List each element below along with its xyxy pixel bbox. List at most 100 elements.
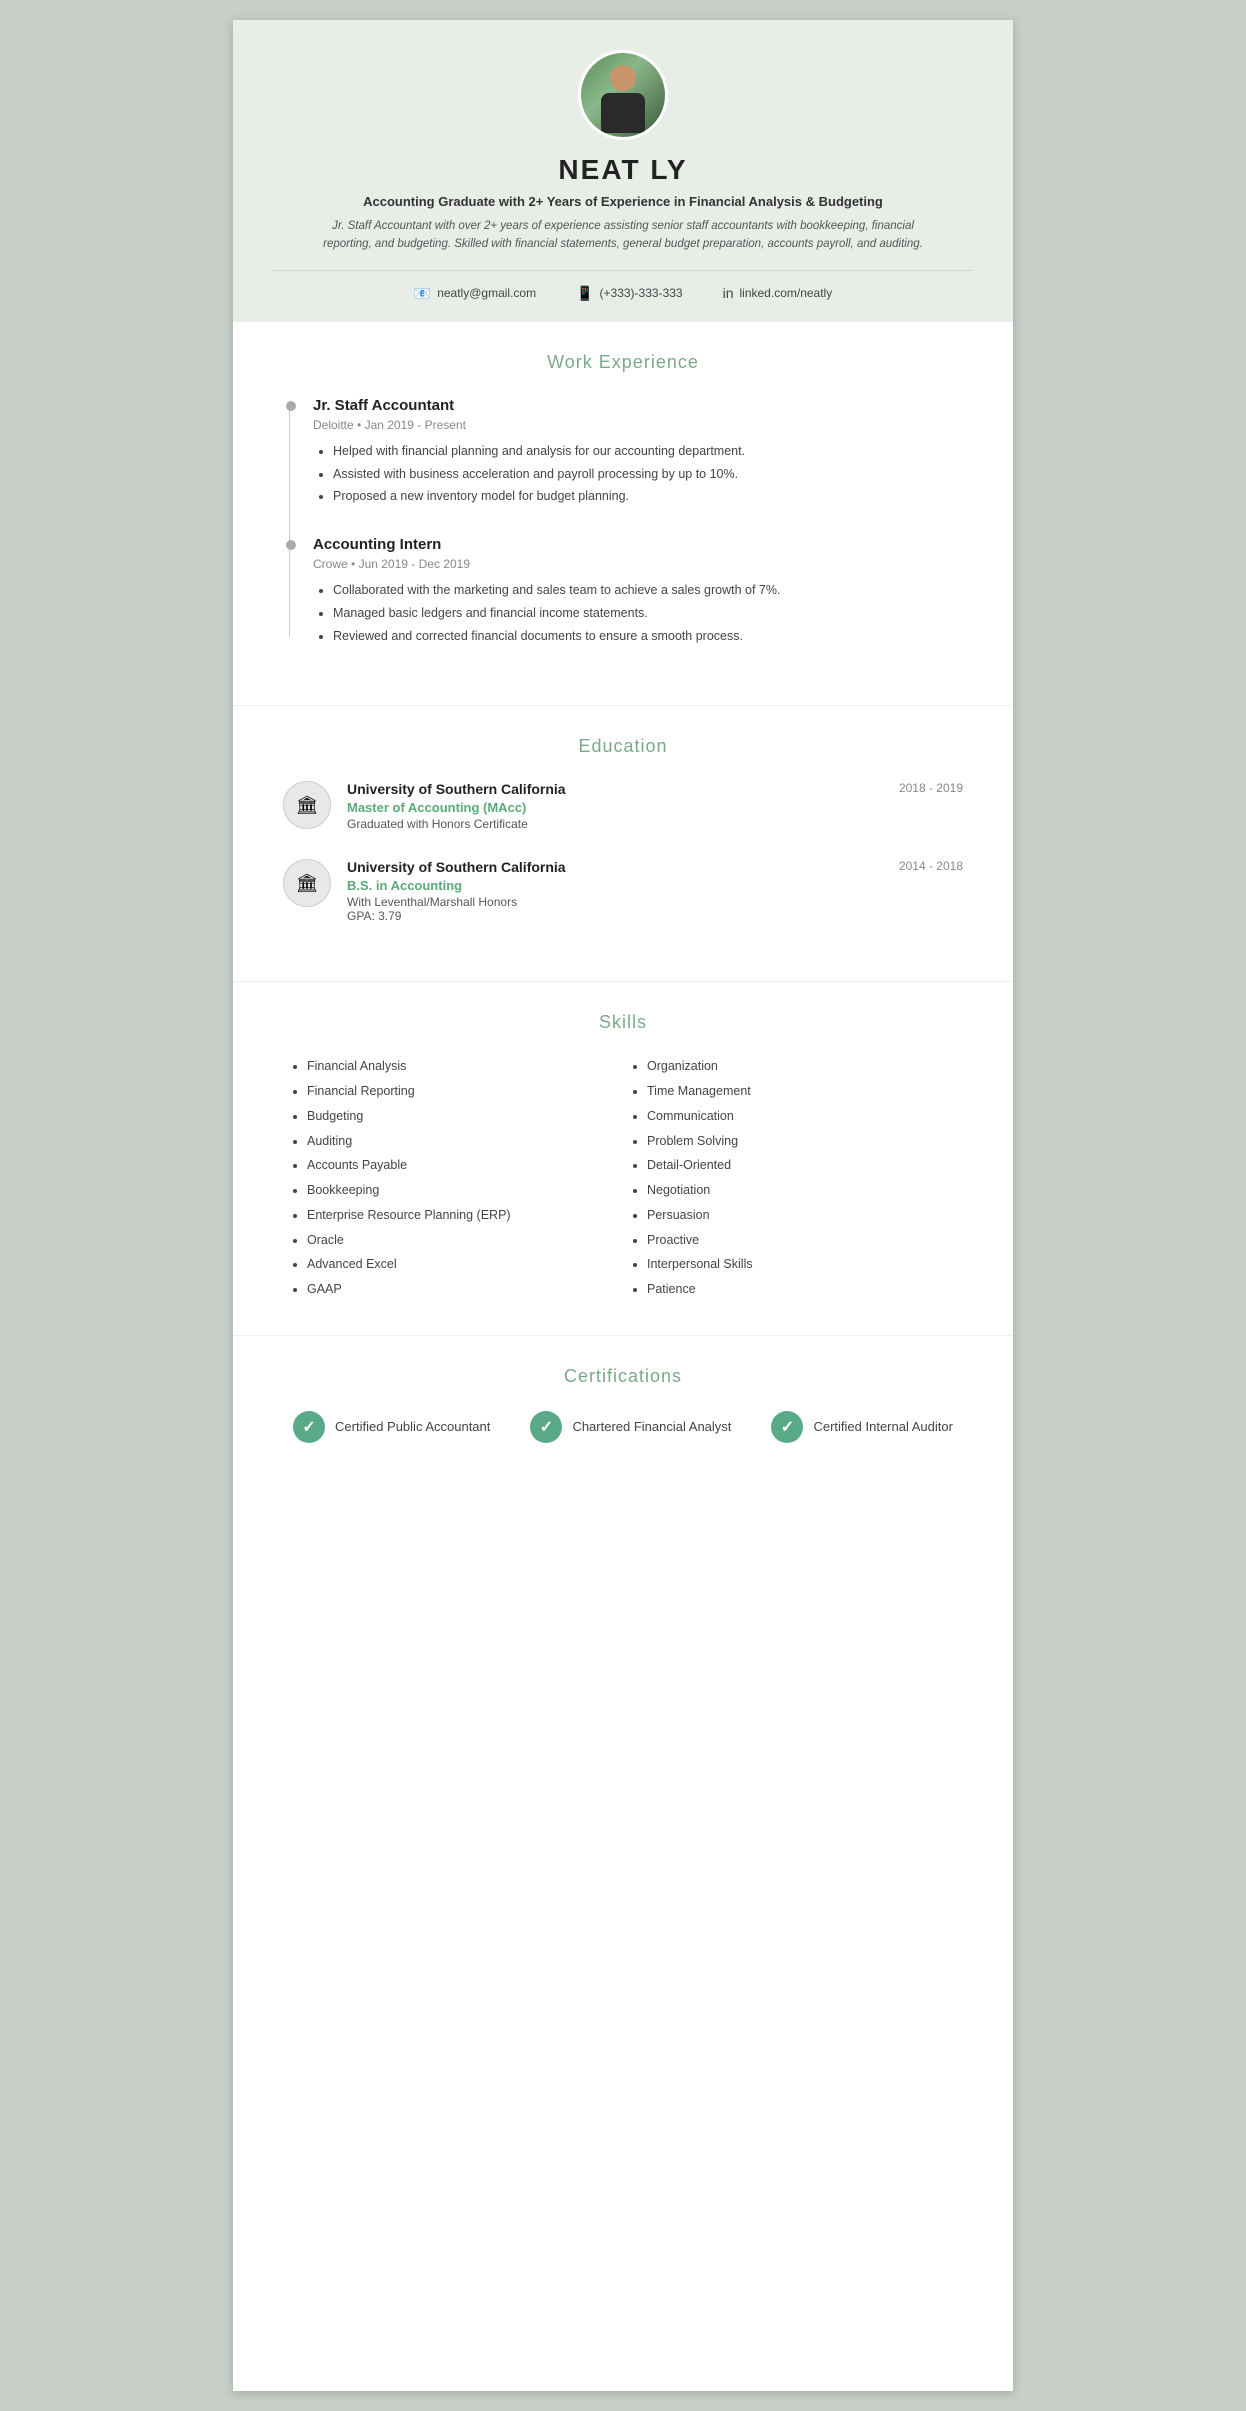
contact-phone: 📱 (+333)-333-333 xyxy=(576,285,683,302)
skill-l-9: Advanced Excel xyxy=(307,1255,623,1274)
skill-r-5: Detail-Oriented xyxy=(647,1156,963,1175)
edu-detail-2: With Leventhal/Marshall Honors xyxy=(347,895,873,909)
candidate-name: NEAT LY xyxy=(273,154,973,186)
edu-row-2: University of Southern California B.S. i… xyxy=(347,859,963,923)
candidate-summary: Jr. Staff Accountant with over 2+ years … xyxy=(323,217,923,254)
skills-right: Organization Time Management Communicati… xyxy=(623,1057,963,1305)
cert-check-2: ✓ xyxy=(530,1411,562,1443)
edu-year-2: 2014 - 2018 xyxy=(873,859,963,873)
job-bullet-2-2: Managed basic ledgers and financial inco… xyxy=(333,604,963,623)
certs-grid: ✓ Certified Public Accountant ✓ Chartere… xyxy=(283,1411,963,1443)
education-title: Education xyxy=(283,736,963,757)
contact-bar: 📧 neatly@gmail.com 📱 (+333)-333-333 in l… xyxy=(273,270,973,302)
skill-r-4: Problem Solving xyxy=(647,1132,963,1151)
job-item-1: Jr. Staff Accountant Deloitte • Jan 2019… xyxy=(313,397,963,506)
cert-name-3: Certified Internal Auditor xyxy=(813,1419,952,1434)
job-company-1: Deloitte xyxy=(313,418,354,432)
job-item-2: Accounting Intern Crowe • Jun 2019 - Dec… xyxy=(313,536,963,645)
edu-year-1: 2018 - 2019 xyxy=(873,781,963,795)
job-meta-1: Deloitte • Jan 2019 - Present xyxy=(313,418,963,432)
education-section: Education 🏛 University of Southern Calif… xyxy=(233,706,1013,982)
resume-container: NEAT LY Accounting Graduate with 2+ Year… xyxy=(233,20,1013,2391)
job-meta-2: Crowe • Jun 2019 - Dec 2019 xyxy=(313,557,963,571)
edu-school-1: University of Southern California xyxy=(347,781,873,797)
skills-grid: Financial Analysis Financial Reporting B… xyxy=(283,1057,963,1305)
edu-logo-1: 🏛 xyxy=(283,781,331,829)
skill-l-1: Financial Analysis xyxy=(307,1057,623,1076)
job-period-1: Jan 2019 - Present xyxy=(365,418,466,432)
skill-r-2: Time Management xyxy=(647,1082,963,1101)
skill-l-5: Accounts Payable xyxy=(307,1156,623,1175)
cert-name-2: Chartered Financial Analyst xyxy=(572,1419,731,1434)
job-dot-1 xyxy=(286,401,296,411)
avatar xyxy=(578,50,668,140)
certifications-title: Certifications xyxy=(283,1366,963,1387)
email-icon: 📧 xyxy=(414,285,431,302)
phone-icon: 📱 xyxy=(576,285,593,302)
skills-left: Financial Analysis Financial Reporting B… xyxy=(283,1057,623,1305)
edu-detail-1: Graduated with Honors Certificate xyxy=(347,817,873,831)
job-bullet-1-3: Proposed a new inventory model for budge… xyxy=(333,487,963,506)
edu-item-2: 🏛 University of Southern California B.S.… xyxy=(283,859,963,923)
job-sep-1: • xyxy=(357,418,365,432)
edu-degree-1: Master of Accounting (MAcc) xyxy=(347,800,873,815)
job-dot-2 xyxy=(286,540,296,550)
work-experience-title: Work Experience xyxy=(283,352,963,373)
edu-content-2: University of Southern California B.S. i… xyxy=(347,859,873,923)
linkedin-icon: in xyxy=(723,285,734,301)
avatar-wrapper xyxy=(273,50,973,140)
job-list: Jr. Staff Accountant Deloitte • Jan 2019… xyxy=(283,397,963,646)
edu-row-1: University of Southern California Master… xyxy=(347,781,963,831)
job-bullets-1: Helped with financial planning and analy… xyxy=(313,442,963,506)
cert-item-2: ✓ Chartered Financial Analyst xyxy=(530,1411,731,1443)
skill-l-3: Budgeting xyxy=(307,1107,623,1126)
skills-section: Skills Financial Analysis Financial Repo… xyxy=(233,982,1013,1336)
skill-r-3: Communication xyxy=(647,1107,963,1126)
cert-name-1: Certified Public Accountant xyxy=(335,1419,490,1434)
job-title-2: Accounting Intern xyxy=(313,536,963,553)
edu-logo-2: 🏛 xyxy=(283,859,331,907)
candidate-tagline: Accounting Graduate with 2+ Years of Exp… xyxy=(273,194,973,209)
certifications-section: Certifications ✓ Certified Public Accoun… xyxy=(233,1336,1013,1483)
cert-check-icon-1: ✓ xyxy=(302,1417,315,1437)
skill-r-6: Negotiation xyxy=(647,1181,963,1200)
skill-r-10: Patience xyxy=(647,1280,963,1299)
cert-check-1: ✓ xyxy=(293,1411,325,1443)
email-value: neatly@gmail.com xyxy=(437,286,536,300)
skill-l-8: Oracle xyxy=(307,1231,623,1250)
edu-item-1: 🏛 University of Southern California Mast… xyxy=(283,781,963,831)
skill-r-8: Proactive xyxy=(647,1231,963,1250)
skill-r-9: Interpersonal Skills xyxy=(647,1255,963,1274)
contact-email: 📧 neatly@gmail.com xyxy=(414,285,536,302)
job-bullet-1-2: Assisted with business acceleration and … xyxy=(333,465,963,484)
cert-check-3: ✓ xyxy=(771,1411,803,1443)
edu-gpa-2: GPA: 3.79 xyxy=(347,909,873,923)
job-title-1: Jr. Staff Accountant xyxy=(313,397,963,414)
skills-title: Skills xyxy=(283,1012,963,1033)
cert-check-icon-2: ✓ xyxy=(540,1417,553,1437)
contact-linkedin: in linked.com/neatly xyxy=(723,285,833,302)
cert-item-3: ✓ Certified Internal Auditor xyxy=(771,1411,952,1443)
job-sep-2: • xyxy=(351,557,359,571)
edu-degree-2: B.S. in Accounting xyxy=(347,878,873,893)
edu-content-1: University of Southern California Master… xyxy=(347,781,873,831)
skill-l-4: Auditing xyxy=(307,1132,623,1151)
skill-l-2: Financial Reporting xyxy=(307,1082,623,1101)
job-bullets-2: Collaborated with the marketing and sale… xyxy=(313,581,963,645)
job-bullet-2-1: Collaborated with the marketing and sale… xyxy=(333,581,963,600)
linkedin-value: linked.com/neatly xyxy=(740,286,833,300)
edu-school-2: University of Southern California xyxy=(347,859,873,875)
edu-logo-icon-2: 🏛 xyxy=(296,873,319,894)
phone-value: (+333)-333-333 xyxy=(600,286,683,300)
skill-l-7: Enterprise Resource Planning (ERP) xyxy=(307,1206,623,1225)
cert-item-1: ✓ Certified Public Accountant xyxy=(293,1411,490,1443)
skill-l-10: GAAP xyxy=(307,1280,623,1299)
edu-logo-icon-1: 🏛 xyxy=(296,795,319,816)
skill-r-1: Organization xyxy=(647,1057,963,1076)
job-bullet-1-1: Helped with financial planning and analy… xyxy=(333,442,963,461)
job-company-2: Crowe xyxy=(313,557,348,571)
work-experience-section: Work Experience Jr. Staff Accountant Del… xyxy=(233,322,1013,707)
skill-l-6: Bookkeeping xyxy=(307,1181,623,1200)
job-bullet-2-3: Reviewed and corrected financial documen… xyxy=(333,627,963,646)
cert-check-icon-3: ✓ xyxy=(781,1417,794,1437)
